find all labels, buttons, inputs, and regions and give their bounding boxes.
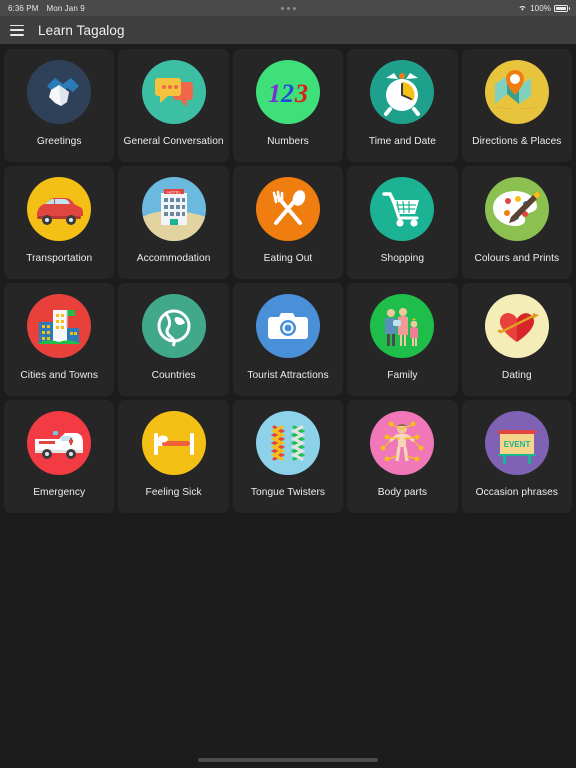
category-label: Directions & Places	[472, 136, 562, 147]
category-card[interactable]: Dating	[461, 283, 572, 396]
home-indicator[interactable]	[198, 758, 378, 762]
fork-spoon-icon	[255, 177, 320, 241]
shopping-cart-icon	[370, 177, 435, 241]
category-card[interactable]: Time and Date	[347, 49, 458, 162]
camera-dots-icon	[0, 0, 576, 16]
category-label: Occasion phrases	[475, 487, 558, 498]
globe-icon	[141, 294, 206, 358]
wifi-icon	[518, 4, 527, 12]
category-label: Time and Date	[368, 136, 436, 147]
hotel-building-icon: HOTEL	[141, 177, 206, 241]
hospital-bed-icon	[141, 411, 206, 475]
category-label: Family	[387, 370, 418, 381]
category-label: Dating	[501, 370, 532, 381]
category-label: Transportation	[26, 253, 93, 264]
category-card[interactable]: Eating Out	[232, 166, 344, 279]
category-label: Shopping	[380, 253, 425, 264]
family-icon	[370, 294, 435, 358]
category-card[interactable]: HOTEL Accommodation	[118, 166, 229, 279]
status-time: 6:36 PM	[8, 3, 39, 13]
zigzag-icon	[255, 411, 320, 475]
heart-arrow-icon	[484, 294, 549, 358]
event-billboard-icon: EVENT	[484, 411, 549, 475]
category-card[interactable]: Greetings	[4, 49, 115, 162]
app-bar: Learn Tagalog	[0, 16, 576, 44]
app-screen: 6:36 PM Mon Jan 9 100% Learn Tagalog Gre…	[0, 0, 576, 768]
svg-text:EVENT: EVENT	[503, 440, 530, 449]
category-label: Numbers	[267, 136, 309, 147]
battery-percent: 100%	[530, 3, 551, 13]
category-card[interactable]: 1 2 3 Numbers	[232, 49, 344, 162]
category-card[interactable]: Transportation	[4, 166, 115, 279]
paint-palette-icon	[484, 177, 549, 241]
speech-bubbles-icon	[141, 60, 206, 124]
svg-text:2: 2	[280, 79, 294, 108]
category-card[interactable]: Tourist Attractions	[232, 283, 344, 396]
status-bar-right: 100%	[518, 3, 570, 13]
category-card[interactable]: Family	[347, 283, 458, 396]
category-card[interactable]: Tongue Twisters	[232, 400, 344, 513]
status-bar-left: 6:36 PM Mon Jan 9	[8, 4, 85, 13]
category-label: Countries	[151, 370, 196, 381]
page-title: Learn Tagalog	[38, 22, 125, 38]
ambulance-icon	[27, 411, 92, 475]
svg-text:HOTEL: HOTEL	[167, 189, 181, 194]
alarm-clock-icon	[370, 60, 435, 124]
category-label: Cities and Towns	[20, 370, 98, 381]
category-grid: Greetings General Conversation 1 2 3 Numb…	[0, 44, 576, 513]
category-card[interactable]: Cities and Towns	[4, 283, 115, 396]
map-pin-icon	[484, 60, 549, 124]
category-label: Eating Out	[263, 253, 313, 264]
category-card[interactable]: Feeling Sick	[118, 400, 229, 513]
category-label: Accommodation	[136, 253, 211, 264]
handshake-icon	[27, 60, 92, 124]
category-label: Tongue Twisters	[250, 487, 326, 498]
category-card[interactable]: EVENT Occasion phrases	[461, 400, 572, 513]
city-buildings-icon	[27, 294, 92, 358]
category-card[interactable]: Body parts	[347, 400, 458, 513]
car-icon	[27, 177, 92, 241]
status-bar: 6:36 PM Mon Jan 9 100%	[0, 0, 576, 16]
category-card[interactable]: Emergency	[4, 400, 115, 513]
category-label: Colours and Prints	[474, 253, 560, 264]
category-card[interactable]: Colours and Prints	[461, 166, 572, 279]
category-label: General Conversation	[123, 136, 224, 147]
category-label: Greetings	[36, 136, 82, 147]
category-label: Body parts	[377, 487, 427, 498]
svg-text:1: 1	[268, 79, 281, 108]
battery-full-icon	[554, 4, 570, 12]
category-label: Emergency	[33, 487, 86, 498]
numbers-123-icon: 1 2 3	[255, 60, 320, 124]
category-card[interactable]: Countries	[118, 283, 229, 396]
status-date: Mon Jan 9	[46, 3, 85, 13]
category-label: Feeling Sick	[145, 487, 202, 498]
category-card[interactable]: Directions & Places	[461, 49, 572, 162]
svg-text:3: 3	[294, 79, 308, 108]
body-figure-icon	[370, 411, 435, 475]
hamburger-menu-icon[interactable]	[10, 24, 24, 36]
camera-icon	[255, 294, 320, 358]
category-label: Tourist Attractions	[247, 370, 329, 381]
category-card[interactable]: General Conversation	[118, 49, 229, 162]
category-card[interactable]: Shopping	[347, 166, 458, 279]
